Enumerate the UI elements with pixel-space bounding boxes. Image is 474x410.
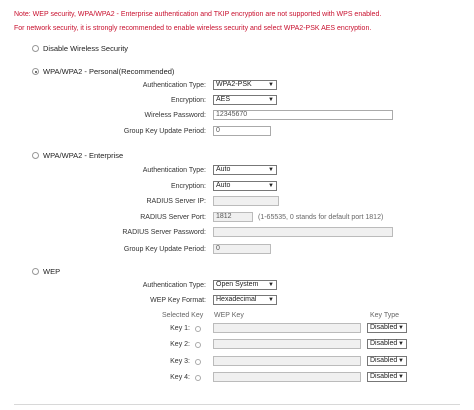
radius-password-label: RADIUS Server Password:	[122, 229, 206, 236]
radius-port-hint: (1-65535, 0 stands for default port 1812…	[258, 214, 384, 221]
chevron-down-icon: ▼	[398, 374, 404, 380]
chevron-down-icon: ▼	[268, 167, 274, 173]
wps-note: Note: WEP security, WPA/WPA2 - Enterpris…	[14, 11, 382, 18]
disable-security-radio[interactable]	[32, 45, 39, 52]
wep-key-select-radio[interactable]	[195, 359, 201, 365]
wep-label: WEP	[43, 267, 61, 276]
personal-encryption-value: AES	[216, 96, 231, 103]
wpa-personal-radio[interactable]	[32, 68, 39, 75]
chevron-down-icon: ▼	[398, 358, 404, 364]
bottom-divider	[14, 404, 460, 405]
enterprise-group-key-input[interactable]: 0	[213, 244, 271, 254]
radius-password-input[interactable]	[213, 227, 393, 237]
wep-key-input[interactable]	[213, 372, 361, 382]
personal-encryption-label: Encryption:	[170, 97, 206, 104]
wep-key-type-select[interactable]: Disabled ▼	[367, 356, 407, 366]
wep-key-type-value: Disabled	[370, 324, 398, 331]
personal-auth-type-label: Authentication Type:	[142, 82, 206, 89]
chevron-down-icon: ▼	[268, 297, 274, 303]
wep-key-type-select[interactable]: Disabled ▼	[367, 323, 407, 333]
personal-auth-type-select[interactable]: WPA2-PSK ▼	[213, 80, 277, 90]
wep-key-select-radio[interactable]	[195, 342, 201, 348]
chevron-down-icon: ▼	[268, 97, 274, 103]
radius-ip-label: RADIUS Server IP:	[146, 198, 206, 205]
wep-key-select-radio[interactable]	[195, 375, 201, 381]
personal-group-key-label: Group Key Update Period:	[123, 128, 206, 135]
enterprise-encryption-select[interactable]: Auto ▼	[213, 181, 277, 191]
wep-auth-type-select[interactable]: Open System ▼	[213, 280, 277, 290]
wep-key-row: Key 2: Disabled ▼	[0, 339, 474, 356]
wep-key-row: Key 4: Disabled ▼	[0, 372, 474, 389]
wep-key-type-select[interactable]: Disabled ▼	[367, 372, 407, 382]
wpa-enterprise-radio[interactable]	[32, 152, 39, 159]
wep-key-label: Key 4:	[170, 374, 190, 381]
enterprise-auth-type-select[interactable]: Auto ▼	[213, 165, 277, 175]
personal-auth-type-value: WPA2-PSK	[216, 81, 252, 88]
wep-key-row: Key 1: Disabled ▼	[0, 323, 474, 340]
wep-key-format-label: WEP Key Format:	[150, 297, 206, 304]
wep-key-type-value: Disabled	[370, 357, 398, 364]
personal-group-key-input[interactable]: 0	[213, 126, 271, 136]
wpa-personal-label: WPA/WPA2 - Personal(Recommended)	[43, 67, 175, 76]
enterprise-encryption-label: Encryption:	[170, 183, 206, 190]
chevron-down-icon: ▼	[268, 82, 274, 88]
personal-password-input[interactable]: 12345670	[213, 110, 393, 120]
wep-key-type-select[interactable]: Disabled ▼	[367, 339, 407, 349]
wep-key-input[interactable]	[213, 356, 361, 366]
wep-key-label: Key 2:	[170, 341, 190, 348]
wep-key-input[interactable]	[213, 323, 361, 333]
wep-auth-type-value: Open System	[216, 281, 259, 288]
wep-key-type-value: Disabled	[370, 340, 398, 347]
radius-ip-input[interactable]	[213, 196, 279, 206]
radius-port-label: RADIUS Server Port:	[140, 214, 206, 221]
wep-key-label: Key 3:	[170, 358, 190, 365]
enterprise-auth-type-label: Authentication Type:	[142, 167, 206, 174]
col-key-type: Key Type	[370, 312, 400, 319]
wep-key-format-value: Hexadecimal	[216, 296, 257, 303]
enterprise-encryption-value: Auto	[216, 182, 231, 189]
wep-auth-type-label: Authentication Type:	[142, 282, 206, 289]
enterprise-group-key-label: Group Key Update Period:	[123, 246, 206, 253]
wep-key-row: Key 3: Disabled ▼	[0, 356, 474, 373]
chevron-down-icon: ▼	[268, 183, 274, 189]
security-recommendation-note: For network security, it is strongly rec…	[14, 25, 372, 32]
wep-radio[interactable]	[32, 268, 39, 275]
disable-security-label: Disable Wireless Security	[43, 44, 129, 53]
radius-port-input[interactable]: 1812	[213, 212, 253, 222]
wep-key-input[interactable]	[213, 339, 361, 349]
wep-key-select-radio[interactable]	[195, 326, 201, 332]
chevron-down-icon: ▼	[398, 325, 404, 331]
personal-password-label: Wireless Password:	[144, 112, 206, 119]
enterprise-auth-type-value: Auto	[216, 166, 231, 173]
col-wep-key: WEP Key	[214, 312, 244, 319]
chevron-down-icon: ▼	[268, 282, 274, 288]
chevron-down-icon: ▼	[398, 341, 404, 347]
wep-key-type-value: Disabled	[370, 373, 398, 380]
wep-key-label: Key 1:	[170, 325, 190, 332]
col-selected-key: Selected Key	[162, 312, 204, 319]
wpa-enterprise-label: WPA/WPA2 - Enterprise	[43, 151, 124, 160]
wep-key-format-select[interactable]: Hexadecimal ▼	[213, 295, 277, 305]
personal-encryption-select[interactable]: AES ▼	[213, 95, 277, 105]
